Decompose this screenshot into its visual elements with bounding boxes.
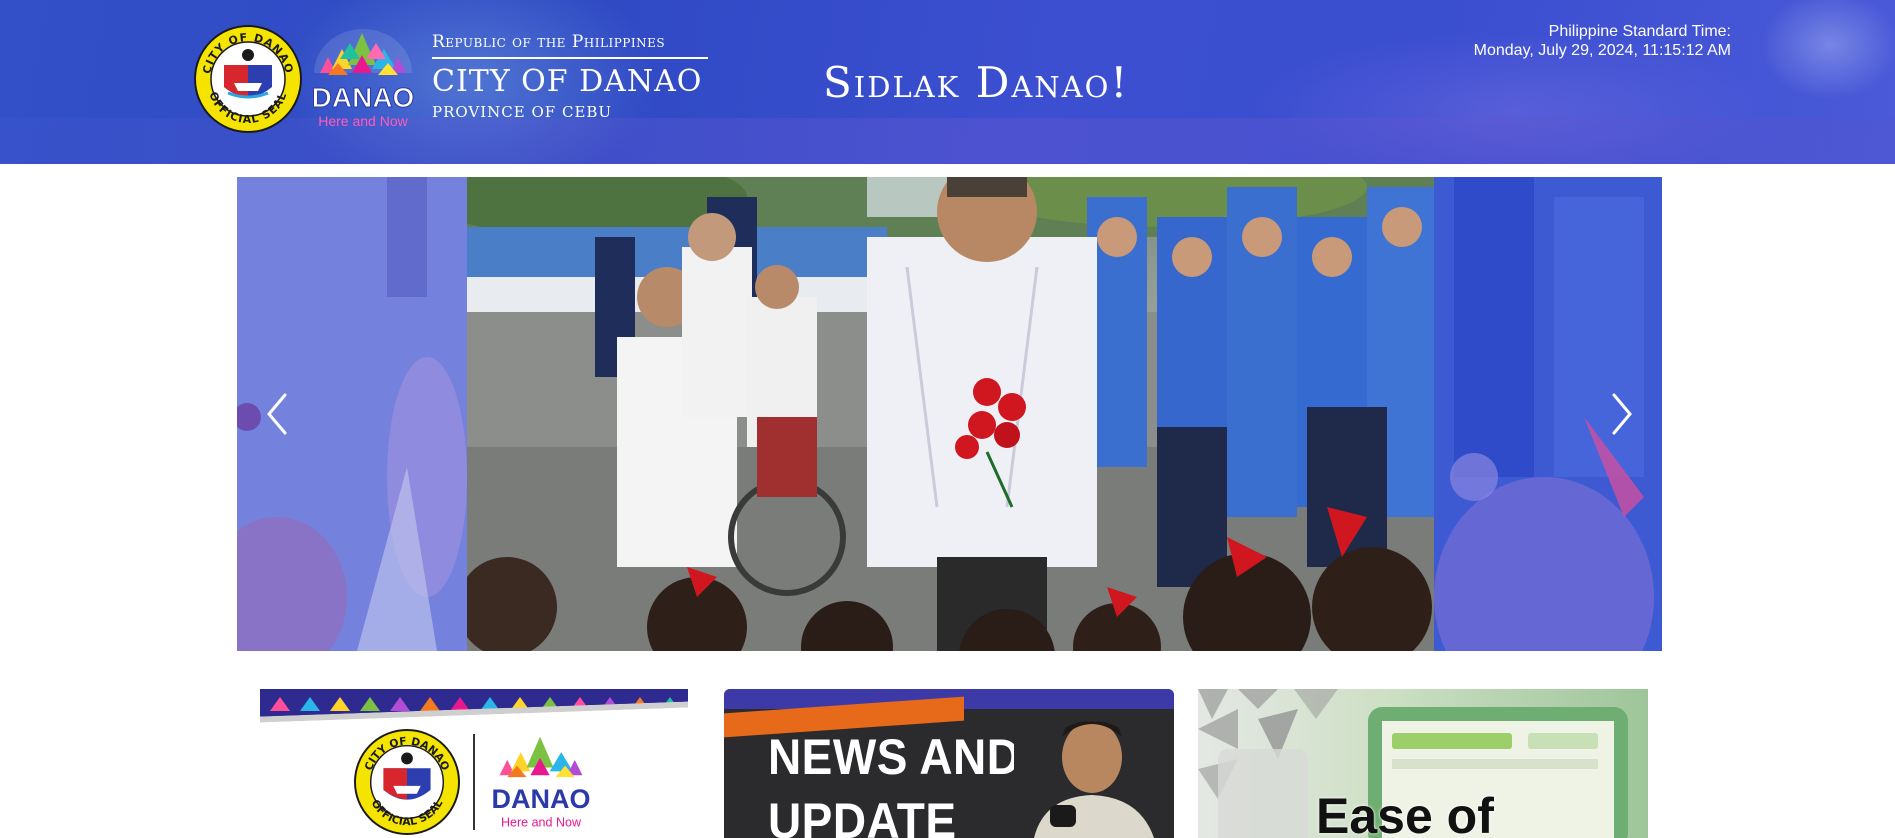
republic-label: Republic of the Philippines <box>432 32 708 59</box>
slide-photo-illustration <box>467 177 1434 651</box>
city-seal-logo[interactable]: CITY OF DANAO OFFICIAL SEAL <box>194 25 302 133</box>
city-name: CITY OF DANAO <box>432 64 703 99</box>
card-city-branding[interactable]: CITY OF DANAO OFFICIAL SEAL DANAO Here a… <box>260 689 688 838</box>
brand-logo-tagline: Here and Now <box>318 113 408 129</box>
chevron-right-icon[interactable] <box>1602 387 1642 441</box>
hero-carousel[interactable] <box>237 177 1662 651</box>
card-news-and-update[interactable]: NEWS AND UPDATE <box>724 689 1174 838</box>
pst-label: Philippine Standard Time: <box>1548 23 1731 40</box>
philippine-standard-time-clock: Philippine Standard Time: Monday, July 2… <box>1474 22 1731 60</box>
danao-brand-logo: DANAO Here and Now <box>492 736 591 829</box>
card-ease-of-doing-business[interactable]: Ease of <box>1198 689 1648 838</box>
brand-logo-text: DANAO <box>492 784 591 814</box>
site-header: CITY OF DANAO OFFICIAL SEAL DANAO Here a… <box>0 0 1895 164</box>
news-card-title: NEWS AND UPDATE <box>768 729 1021 838</box>
active-slide-photo[interactable] <box>467 177 1434 651</box>
logo-divider <box>473 734 475 830</box>
government-title-block: Republic of the Philippines CITY OF DANA… <box>432 32 708 121</box>
city-seal-logo: CITY OF DANAO OFFICIAL SEAL <box>354 729 460 835</box>
city-slogan: Sidlak Danao! <box>823 58 1130 107</box>
brand-logo-tagline: Here and Now <box>501 815 582 829</box>
pst-datetime: Monday, July 29, 2024, 11:15:12 AM <box>1473 42 1731 59</box>
ease-card-title: Ease of <box>1316 788 1494 838</box>
speaker-photo <box>1014 717 1164 838</box>
chevron-left-icon[interactable] <box>257 387 297 441</box>
danao-brand-logo[interactable]: DANAO Here and Now <box>306 25 420 135</box>
header-background-glow <box>1760 0 1895 100</box>
province-label: PROVINCE OF CEBU <box>432 103 613 121</box>
brand-logo-text: DANAO <box>312 82 415 113</box>
